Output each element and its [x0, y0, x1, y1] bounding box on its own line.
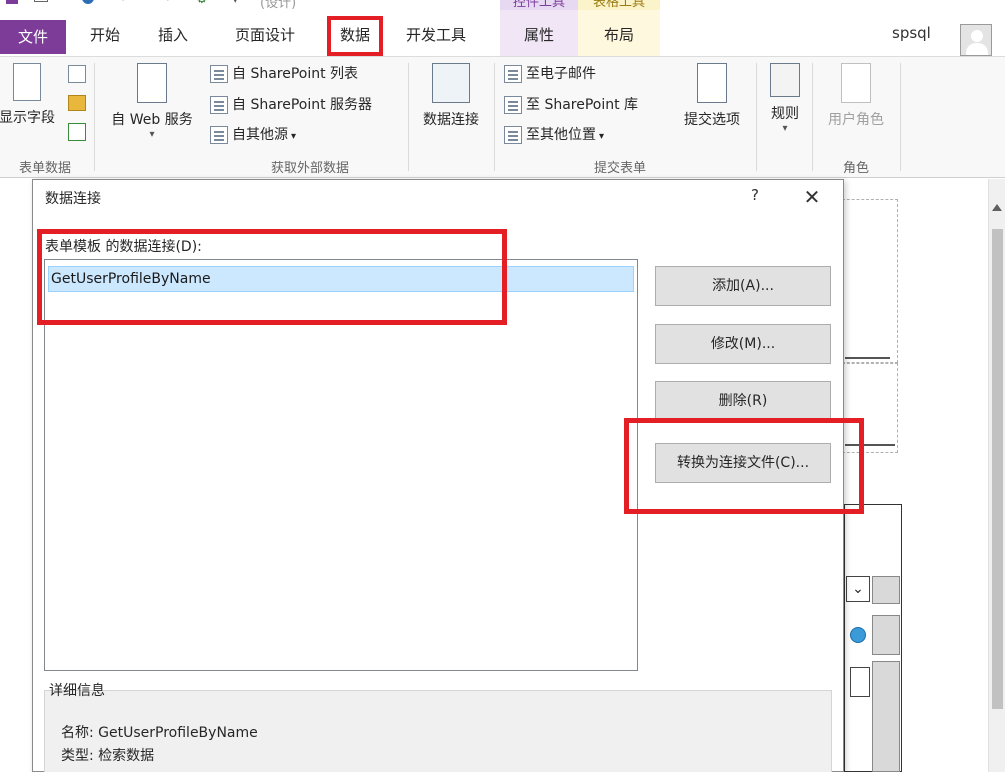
- save-icon[interactable]: [34, 0, 48, 2]
- show-fields-button[interactable]: 显示字段: [0, 63, 60, 127]
- field-properties-icon[interactable]: [68, 65, 86, 83]
- undo-icon[interactable]: ↶: [120, 0, 131, 7]
- publish-icon[interactable]: ⚙: [196, 0, 208, 7]
- show-fields-label: 显示字段: [0, 110, 55, 126]
- ribbon-separator: [756, 63, 757, 171]
- annotation-highlight-connection: [37, 229, 507, 325]
- from-sharepoint-server-label: 自 SharePoint 服务器: [232, 97, 373, 113]
- resource-files-icon[interactable]: [68, 123, 86, 141]
- chevron-down-icon: ▾: [149, 129, 155, 140]
- scroll-up-icon[interactable]: [992, 204, 1002, 211]
- cell-border-line: [845, 357, 890, 359]
- tab-developer[interactable]: 开发工具: [396, 24, 476, 46]
- tab-page-design[interactable]: 页面设计: [220, 24, 310, 46]
- tab-properties[interactable]: 属性: [500, 24, 578, 46]
- annotation-highlight-convert: [624, 418, 864, 514]
- web-service-icon: [137, 63, 167, 103]
- default-values-icon[interactable]: [68, 95, 86, 111]
- add-button[interactable]: 添加(A)...: [655, 266, 831, 306]
- submit-options-button[interactable]: 提交选项: [674, 63, 750, 129]
- from-sharepoint-server-button[interactable]: 自 SharePoint 服务器: [210, 94, 372, 120]
- from-web-service-button[interactable]: 自 Web 服务 ▾: [102, 63, 202, 140]
- sharepoint-list-icon: [210, 65, 228, 83]
- delete-button[interactable]: 删除(R): [655, 381, 831, 421]
- rules-label: 规则: [771, 106, 799, 122]
- dialog-title: 数据连接: [45, 191, 101, 207]
- from-sharepoint-list-label: 自 SharePoint 列表: [232, 66, 359, 82]
- user-roles-icon: [841, 63, 871, 103]
- user-name[interactable]: spsql: [892, 24, 931, 42]
- tab-data[interactable]: 数据: [331, 24, 379, 46]
- ribbon-separator: [94, 63, 95, 171]
- avatar-head: [971, 30, 983, 42]
- submit-to-email-button[interactable]: 至电子邮件: [504, 63, 596, 89]
- other-locations-icon: [504, 126, 522, 144]
- avatar[interactable]: [960, 24, 992, 56]
- qat-customize-icon[interactable]: ▾: [232, 0, 239, 7]
- submit-to-other-locations-label: 至其他位置: [526, 127, 596, 143]
- table-cell: [872, 576, 900, 604]
- details-label: 详细信息: [49, 683, 105, 699]
- table-cell: [872, 661, 900, 772]
- ribbon: 显示字段 表单数据 自 Web 服务 ▾ 自 SharePoint 列表 自 S…: [0, 56, 1005, 178]
- ribbon-tab-row: 文件 开始 插入 页面设计 数据 开发工具 属性 布局 spsql: [0, 10, 1005, 56]
- avatar-body: [966, 43, 988, 55]
- submit-to-sharepoint-library-label: 至 SharePoint 库: [526, 97, 639, 113]
- submit-to-other-locations-button[interactable]: 至其他位置 ▾: [504, 124, 604, 150]
- ribbon-separator: [408, 63, 409, 171]
- from-web-service-label: 自 Web 服务: [111, 112, 193, 128]
- preview-icon[interactable]: [82, 0, 94, 4]
- tab-insert[interactable]: 插入: [148, 24, 198, 46]
- table-cell: [872, 615, 900, 655]
- data-connections-label: 数据连接: [423, 112, 479, 128]
- contextual-tab-table-tools: 表格工具: [578, 0, 660, 10]
- ribbon-separator: [812, 63, 813, 171]
- ribbon-separator: [494, 63, 495, 171]
- group-label-roles: 角色: [842, 161, 869, 176]
- chevron-down-icon: ▾: [782, 123, 788, 134]
- from-other-sources-button[interactable]: 自其他源 ▾: [210, 124, 296, 150]
- group-label-get-external-data: 获取外部数据: [270, 161, 349, 176]
- app-icon: [6, 0, 18, 4]
- from-other-sources-label: 自其他源: [232, 127, 288, 143]
- sharepoint-server-icon: [210, 96, 228, 114]
- data-connections-icon: [432, 63, 470, 103]
- user-roles-label: 用户角色: [828, 112, 884, 128]
- sharepoint-library-icon: [504, 96, 522, 114]
- modify-button[interactable]: 修改(M)...: [655, 324, 831, 364]
- chevron-down-icon: ▾: [599, 131, 605, 142]
- details-type: 类型: 检索数据: [61, 748, 155, 764]
- details-name: 名称: GetUserProfileByName: [61, 725, 258, 741]
- tab-layout[interactable]: 布局: [578, 24, 660, 46]
- submit-options-label: 提交选项: [684, 112, 740, 128]
- user-roles-button: 用户角色: [818, 63, 894, 129]
- close-button[interactable]: ✕: [795, 182, 829, 212]
- contextual-tab-control-tools: 控件工具: [500, 0, 578, 10]
- redo-icon[interactable]: ↷: [160, 0, 171, 7]
- rules-button[interactable]: 规则 ▾: [760, 63, 810, 134]
- submit-to-email-label: 至电子邮件: [526, 66, 596, 82]
- from-sharepoint-list-button[interactable]: 自 SharePoint 列表: [210, 63, 358, 89]
- tab-file[interactable]: 文件: [0, 20, 66, 54]
- data-connections-button[interactable]: 数据连接: [412, 63, 490, 129]
- rules-icon: [770, 63, 800, 97]
- chevron-down-icon: ▾: [291, 131, 297, 142]
- other-sources-icon: [210, 126, 228, 144]
- fields-icon: [13, 63, 41, 101]
- chevron-down-icon[interactable]: ⌄: [846, 576, 870, 602]
- text-field[interactable]: [850, 667, 870, 697]
- email-icon: [504, 65, 522, 83]
- people-picker-icon[interactable]: [850, 627, 866, 643]
- submit-options-icon: [697, 63, 727, 103]
- layout-cell: [842, 199, 898, 363]
- help-button[interactable]: ?: [745, 186, 765, 204]
- group-label-submit-form: 提交表单: [593, 161, 646, 176]
- group-label-form-data: 表单数据: [18, 161, 71, 176]
- submit-to-sharepoint-library-button[interactable]: 至 SharePoint 库: [504, 94, 638, 120]
- scrollbar-thumb[interactable]: [992, 229, 1003, 709]
- tab-home[interactable]: 开始: [80, 24, 130, 46]
- ribbon-separator: [900, 63, 901, 171]
- vertical-scrollbar[interactable]: [988, 179, 1005, 772]
